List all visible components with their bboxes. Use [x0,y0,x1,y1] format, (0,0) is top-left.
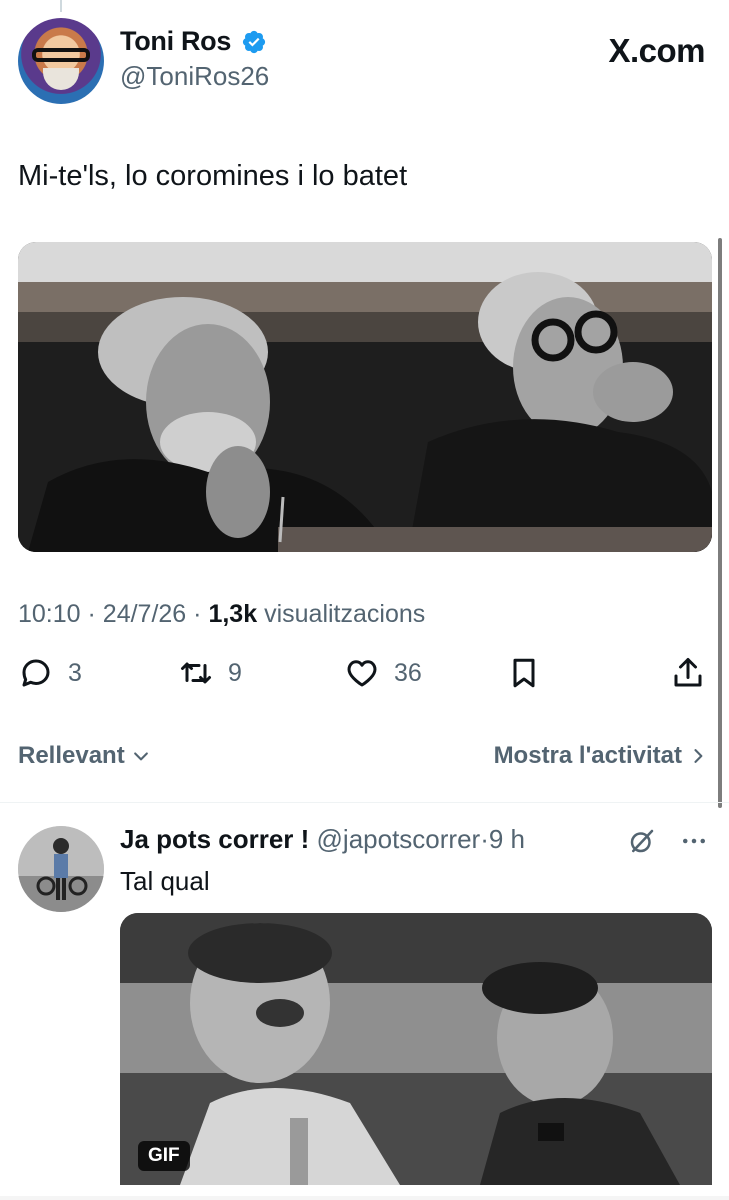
tweet-date[interactable]: 24/7/26 [103,600,186,628]
more-icon[interactable] [679,826,709,856]
photo-illustration [18,242,712,552]
chevron-down-icon [133,752,148,761]
grok-icon[interactable] [627,826,657,856]
meta-separator: · [87,600,96,628]
reply-avatar-image [18,826,104,912]
reply-icons [627,826,709,856]
reply-count: 3 [68,658,82,687]
meta-separator: · [193,600,202,628]
like-button[interactable]: 36 [344,655,422,691]
reply-gif[interactable] [120,913,712,1185]
tweet-meta: 10:10 · 24/7/26 · 1,3k visualitzacions [18,600,425,629]
tweet-header: Toni Ros @ToniRos26 X.com [18,18,705,108]
tweet-photo[interactable] [18,242,712,552]
reply-author-handle[interactable]: @japotscorrer [317,824,481,854]
retweet-button[interactable]: 9 [178,655,242,691]
reply-button[interactable]: 3 [18,655,82,691]
divider [0,802,729,803]
site-logo: X.com [608,32,705,69]
reply-text: Tal qual [120,866,210,896]
thread-line [60,0,62,12]
gif-illustration [120,913,712,1185]
like-count: 36 [394,658,422,687]
gif-badge: GIF [138,1141,190,1171]
avatar-glasses [32,48,90,62]
author-name-block: Toni Ros @ToniRos26 [120,26,269,92]
author-name[interactable]: Toni Ros [120,26,231,57]
views-label: visualitzacions [264,600,426,628]
show-activity-link[interactable]: Mostra l'activitat [494,742,708,770]
author-avatar[interactable] [18,18,104,104]
sort-label: Rellevant [18,742,125,769]
author-handle[interactable]: @ToniRos26 [120,61,269,92]
reply-age[interactable]: 9 h [489,824,525,854]
show-activity-label: Mostra l'activitat [493,742,682,769]
avatar-beard [43,68,79,90]
reply-separator: · [480,824,489,854]
heart-icon [347,660,377,687]
action-bar: 3 9 36 [18,655,708,705]
reply-icon [22,659,50,687]
bookmark-button[interactable] [506,655,542,691]
views-count: 1,3k [208,600,258,628]
replies-sort-row: Rellevant Mostra l'activitat [18,742,708,776]
verified-badge-icon [242,30,265,53]
reply-header: Ja pots correr ! @japotscorrer·9 h [120,824,525,855]
reply-avatar[interactable] [18,826,104,912]
tweet-time[interactable]: 10:10 [18,600,81,628]
tweet-text: Mi-te'ls, lo coromines i lo batet [18,160,408,192]
reply-author-name[interactable]: Ja pots correr ! [120,824,309,854]
scrollbar[interactable] [718,238,722,808]
chevron-right-icon [694,749,703,763]
sort-dropdown[interactable]: Rellevant [18,742,151,770]
share-icon [674,658,702,687]
share-button[interactable] [670,655,706,691]
retweet-count: 9 [228,658,242,687]
bookmark-icon [513,658,535,688]
retweet-icon [181,662,211,684]
bottom-divider [0,1196,729,1200]
